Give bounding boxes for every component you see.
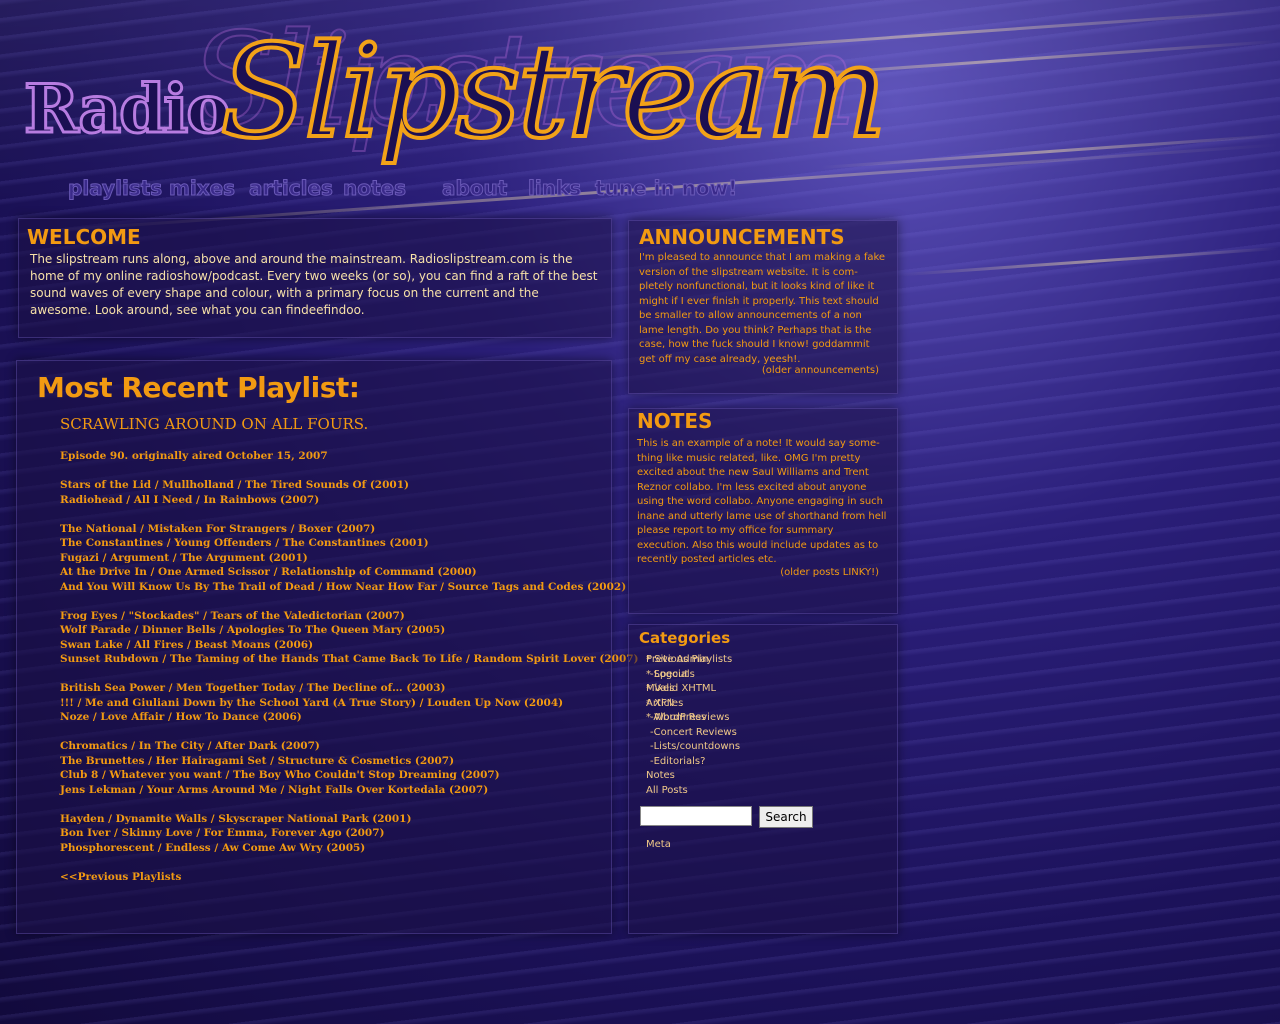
track-line: Sunset Rubdown / The Taming of the Hands… [60, 653, 639, 665]
nav-notes[interactable]: notes [342, 176, 406, 201]
track-line: Radiohead / All I Need / In Rainbows (20… [60, 493, 320, 506]
category-link[interactable]: -Lists/countdowns [646, 740, 740, 755]
track-line: Hayden / Dynamite Walls / Skyscraper Nat… [60, 812, 412, 825]
episode-info: Episode 90. originally aired October 15,… [60, 450, 328, 462]
track-line: Chromatics / In The City / After Dark (2… [60, 740, 320, 752]
notes-panel: NOTES This is an example of a note! It w… [628, 408, 898, 614]
meta-link[interactable]: * Valid XHTML [646, 682, 716, 697]
older-posts-link[interactable]: (older posts LINKY!) [780, 567, 879, 578]
meta-list: * Site Admin * Logout * Valid XHTML * XF… [646, 653, 716, 726]
category-link[interactable]: -Editorials? [646, 755, 740, 770]
older-announcements-link[interactable]: (older announcements) [762, 365, 879, 376]
track-line: Noze / Love Affair / How To Dance (2006) [60, 711, 302, 723]
welcome-title: WELCOME [27, 225, 141, 249]
logo-slipstream-text: Slipstream [218, 16, 889, 169]
track-line: And You Will Know Us By The Trail of Dea… [60, 580, 627, 593]
announcements-panel: ANNOUNCEMENTS I'm pleased to announce th… [628, 220, 898, 394]
track-line: Swan Lake / All Fires / Beast Moans (200… [60, 638, 314, 651]
track-line: The National / Mistaken For Strangers / … [60, 522, 376, 535]
search-input[interactable] [640, 806, 752, 826]
categories-panel: Categories Previous Playlists -Specials … [628, 624, 898, 934]
site-logo[interactable]: Slipstream Radio Slipstream [20, 5, 980, 190]
meta-link[interactable]: * WordPress [646, 711, 716, 726]
welcome-text: The slipstream runs along, above and aro… [30, 252, 598, 317]
announcements-title: ANNOUNCEMENTS [639, 225, 845, 249]
category-link[interactable]: -Concert Reviews [646, 726, 740, 741]
track-line: Fugazi / Argument / The Argument (2001) [60, 551, 308, 564]
track-line: Bon Iver / Skinny Love / For Emma, Forev… [60, 827, 385, 839]
playlist-tracks: Episode 90. originally aired October 15,… [60, 449, 639, 884]
track-line: At the Drive In / One Armed Scissor / Re… [60, 566, 477, 578]
meta-link[interactable]: * XFN [646, 697, 716, 712]
nav-tune-in-now[interactable]: tune in now! [594, 176, 737, 201]
track-line: The Constantines / Young Offenders / The… [60, 537, 429, 549]
nav-articles[interactable]: articles [249, 176, 334, 201]
track-line: Frog Eyes / "Stockades" / Tears of the V… [60, 609, 405, 622]
track-line: Stars of the Lid / Mullholland / The Tir… [60, 479, 410, 491]
welcome-panel: WELCOME The slipstream runs along, above… [18, 218, 612, 338]
nav-mixes[interactable]: mixes [168, 176, 235, 201]
track-line: Club 8 / Whatever you want / The Boy Who… [60, 769, 500, 781]
notes-title: NOTES [637, 409, 713, 433]
playlist-title: SCRAWLING AROUND ON ALL FOURS. [60, 415, 369, 433]
category-link[interactable]: All Posts [646, 784, 740, 799]
nav-playlists[interactable]: playlists [67, 176, 162, 201]
categories-title: Categories [639, 629, 731, 647]
playlist-heading: Most Recent Playlist: [37, 371, 360, 404]
track-line: Phosphorescent / Endless / Aw Come Aw Wr… [60, 841, 366, 854]
recent-playlist-panel: Most Recent Playlist: SCRAWLING AROUND O… [16, 360, 639, 934]
search-button[interactable]: Search [759, 806, 813, 828]
nav-links[interactable]: links [527, 176, 581, 201]
track-line: Wolf Parade / Dinner Bells / Apologies T… [60, 624, 446, 636]
track-line: British Sea Power / Men Together Today /… [60, 682, 446, 694]
announcements-text: I'm pleased to announce that I am making… [639, 252, 886, 365]
nav-about[interactable]: about [441, 176, 507, 201]
meta-link[interactable]: * Site Admin [646, 653, 716, 668]
meta-title: Meta [646, 839, 671, 850]
track-line: Jens Lekman / Your Arms Around Me / Nigh… [60, 783, 489, 796]
notes-text: This is an example of a note! It would s… [637, 438, 887, 565]
meta-link[interactable]: * Logout [646, 668, 716, 683]
track-line: The Brunettes / Her Hairagami Set / Stru… [60, 754, 455, 767]
track-line: !!! / Me and Giuliani Down by the School… [60, 696, 564, 709]
previous-playlists-link[interactable]: <<Previous Playlists [60, 870, 639, 885]
category-link[interactable]: Notes [646, 769, 740, 784]
logo-radio-text: Radio [22, 69, 231, 150]
